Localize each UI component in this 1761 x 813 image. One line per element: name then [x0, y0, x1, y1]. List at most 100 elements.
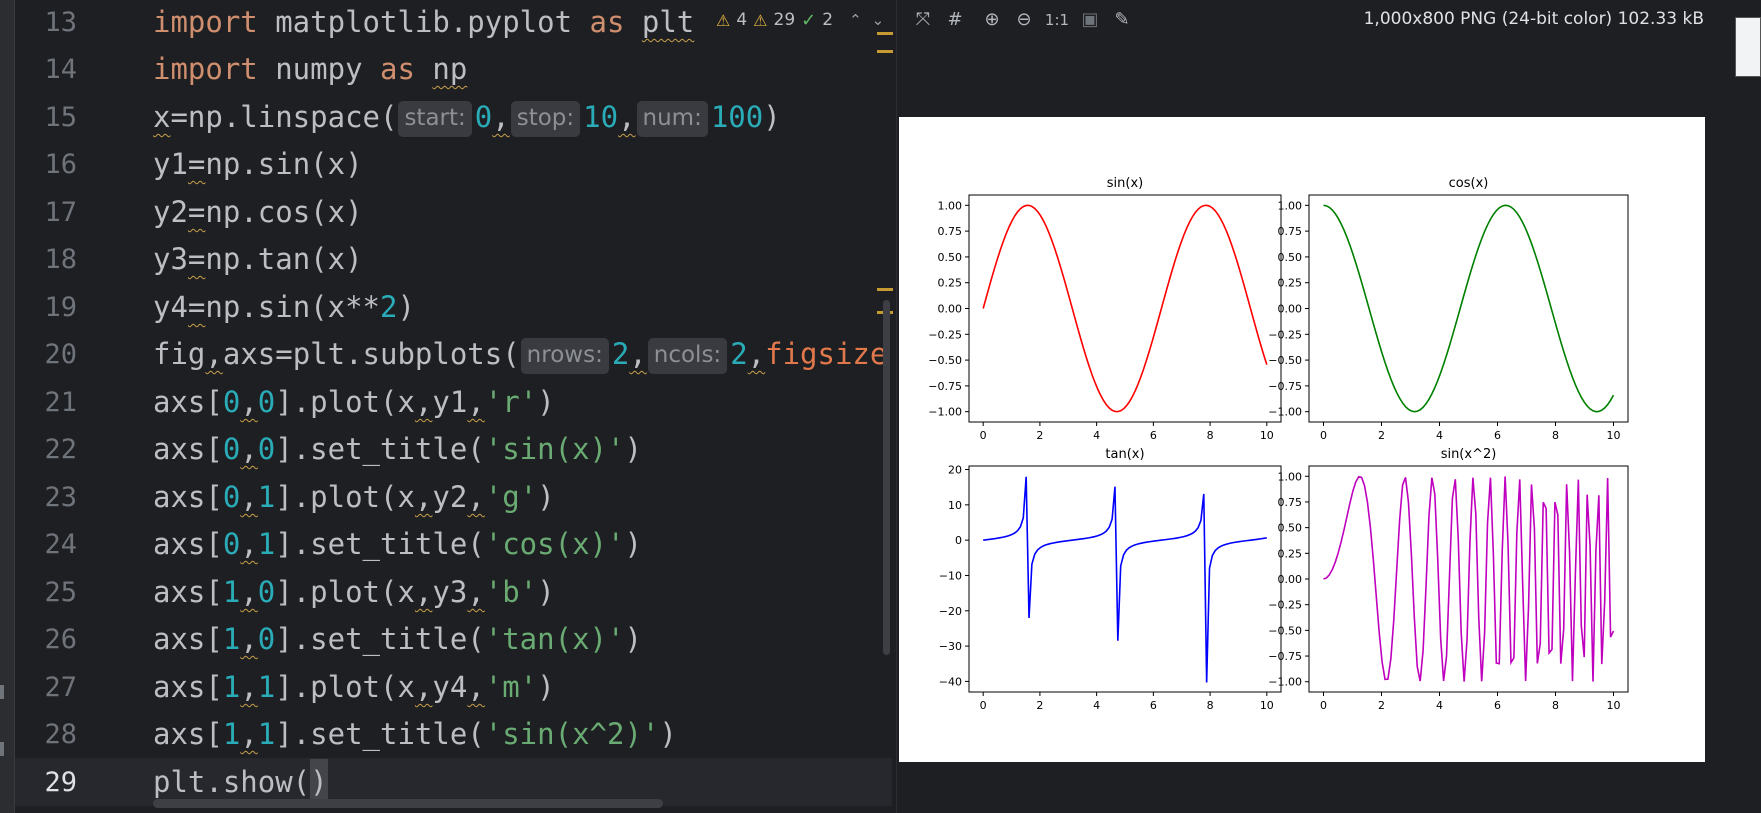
- x-tick-label: 10: [1607, 699, 1621, 712]
- y-tick-label: −0.25: [1268, 328, 1302, 341]
- y-tick-label: −0.75: [1268, 650, 1302, 663]
- line-number: 24: [44, 529, 77, 560]
- actual-size-button[interactable]: 1:1: [1040, 8, 1074, 32]
- line-number: 28: [44, 719, 77, 750]
- x-tick-label: 6: [1150, 429, 1157, 442]
- x-tick-label: 8: [1207, 429, 1214, 442]
- image-thumbnail[interactable]: [1735, 17, 1761, 77]
- y-tick-label: 0.50: [938, 251, 963, 264]
- code-area[interactable]: import matplotlib.pyplot as plt import n…: [153, 0, 893, 813]
- x-tick-label: 0: [1320, 699, 1327, 712]
- vertical-scrollbar[interactable]: [883, 300, 890, 655]
- line-number: 13: [44, 7, 77, 38]
- code-line-13: import matplotlib.pyplot as plt: [153, 5, 695, 39]
- code-editor[interactable]: 13 14 15 16 17 18 19 20 21 22 23 24 25 2…: [0, 0, 896, 813]
- x-tick-label: 10: [1260, 429, 1274, 442]
- y-tick-label: 0.00: [1278, 303, 1303, 316]
- warning-count: 4: [736, 10, 748, 30]
- typo-count: 2: [822, 10, 834, 30]
- y-tick-label: 10: [948, 499, 962, 512]
- y-tick-label: −20: [939, 605, 962, 618]
- series-line: [1323, 475, 1615, 682]
- subplot-figure: 0 2 4 6 8 10 −1.00 −0.75 −0.50 −0.25 0.00 0.25 0.50 0…: [928, 176, 1629, 712]
- y-tick-label: 1.00: [1278, 470, 1303, 483]
- y-tick-label: −1.00: [1268, 406, 1302, 419]
- y-tick-label: −10: [939, 569, 962, 582]
- y-tick-label: −40: [939, 675, 962, 688]
- warning-marker[interactable]: [877, 288, 893, 291]
- horizontal-scrollbar[interactable]: [153, 799, 663, 808]
- fit-to-window-icon[interactable]: ⤧: [911, 8, 935, 32]
- code-line-19: y4=np.sin(x**2): [153, 290, 415, 324]
- strip-marker: [0, 742, 4, 756]
- axes-frame: [968, 194, 1282, 423]
- y-tick-label: 0.75: [1278, 496, 1303, 509]
- x-tick-label: 2: [1378, 429, 1385, 442]
- x-tick-label: 4: [1436, 429, 1443, 442]
- y-tick-label: 0.75: [938, 225, 963, 238]
- x-tick-label: 0: [980, 699, 987, 712]
- x-tick-label: 8: [1207, 699, 1214, 712]
- background-icon[interactable]: ▣: [1078, 8, 1102, 32]
- y-tick-label: −30: [939, 640, 962, 653]
- x-tick-label: 8: [1552, 699, 1559, 712]
- image-toolbar: ⤧ # ⊕ ⊖ 1:1 ▣ ✎ 1,000x800 PNG (24-bit co…: [897, 0, 1761, 40]
- image-canvas[interactable]: 0 2 4 6 8 10 −1.00 −0.75 −0.50 −0.25 0.00 0.25 0.50 0…: [899, 117, 1705, 762]
- code-line-26: axs[1,0].set_title('tan(x)'): [153, 622, 642, 656]
- y-tick-label: −1.00: [928, 406, 962, 419]
- x-tick-label: 0: [980, 429, 987, 442]
- y-tick-label: −0.50: [1268, 354, 1302, 367]
- line-number: 16: [44, 149, 77, 180]
- line-number: 26: [44, 624, 77, 655]
- line-number: 21: [44, 387, 77, 418]
- y-tick-label: −0.25: [1268, 599, 1302, 612]
- warning-icon: ⚠: [716, 10, 731, 30]
- y-tick-label: 0.75: [1278, 225, 1303, 238]
- code-line-27: axs[1,1].plot(x,y4,'m'): [153, 670, 555, 704]
- line-number: 20: [44, 339, 77, 370]
- code-line-17: y2=np.cos(x): [153, 195, 363, 229]
- warning-marker[interactable]: [877, 50, 893, 53]
- x-tick-label: 6: [1494, 699, 1501, 712]
- x-tick-label: 4: [1093, 699, 1100, 712]
- code-line-25: axs[1,0].plot(x,y3,'b'): [153, 575, 555, 609]
- y-tick-label: 20: [948, 464, 962, 477]
- zoom-out-icon[interactable]: ⊖: [1012, 8, 1036, 32]
- x-tick-label: 6: [1150, 699, 1157, 712]
- param-hint-nrows: nrows:: [520, 338, 609, 374]
- y-tick-label: 0.25: [1278, 277, 1303, 290]
- code-line-23: axs[0,1].plot(x,y2,'g'): [153, 480, 555, 514]
- code-line-24: axs[0,1].set_title('cos(x)'): [153, 527, 642, 561]
- code-line-14: import numpy as np: [153, 52, 468, 86]
- inspection-widget[interactable]: ⚠ 4 ⚠ 29 ✓ 2 ⌃ ⌄: [716, 4, 884, 36]
- y-tick-label: −1.00: [1268, 676, 1302, 689]
- x-tick-label: 4: [1436, 699, 1443, 712]
- line-number-gutter[interactable]: 13 14 15 16 17 18 19 20 21 22 23 24 25 2…: [15, 0, 135, 813]
- code-line-22: axs[0,0].set_title('sin(x)'): [153, 432, 642, 466]
- line-number-current: 29: [44, 767, 77, 798]
- y-tick-label: −0.75: [1268, 380, 1302, 393]
- line-number: 18: [44, 244, 77, 275]
- param-hint-stop: stop:: [510, 101, 581, 137]
- x-tick-label: 2: [1036, 699, 1043, 712]
- zoom-in-icon[interactable]: ⊕: [980, 8, 1004, 32]
- x-tick-label: 2: [1378, 699, 1385, 712]
- subplot-title: sin(x^2): [1441, 447, 1497, 462]
- warning-marker[interactable]: [877, 32, 893, 35]
- line-number: 17: [44, 197, 77, 228]
- next-problem-icon[interactable]: ⌄: [872, 11, 885, 29]
- axes-frame: [968, 465, 1282, 693]
- x-tick-label: 2: [1036, 429, 1043, 442]
- line-number: 19: [44, 292, 77, 323]
- color-picker-icon[interactable]: ✎: [1110, 8, 1134, 32]
- y-tick-label: 0.00: [1278, 573, 1303, 586]
- y-tick-label: 1.00: [938, 199, 963, 212]
- x-tick-label: 10: [1260, 699, 1274, 712]
- image-viewer[interactable]: ⤧ # ⊕ ⊖ 1:1 ▣ ✎ 1,000x800 PNG (24-bit co…: [896, 0, 1761, 813]
- weak-warning-icon: ⚠: [753, 10, 768, 30]
- code-line-21: axs[0,0].plot(x,y1,'r'): [153, 385, 555, 419]
- previous-problem-icon[interactable]: ⌃: [849, 11, 862, 29]
- grid-icon[interactable]: #: [943, 8, 967, 32]
- weak-warning-count: 29: [773, 10, 796, 30]
- param-hint-ncols: ncols:: [647, 338, 728, 374]
